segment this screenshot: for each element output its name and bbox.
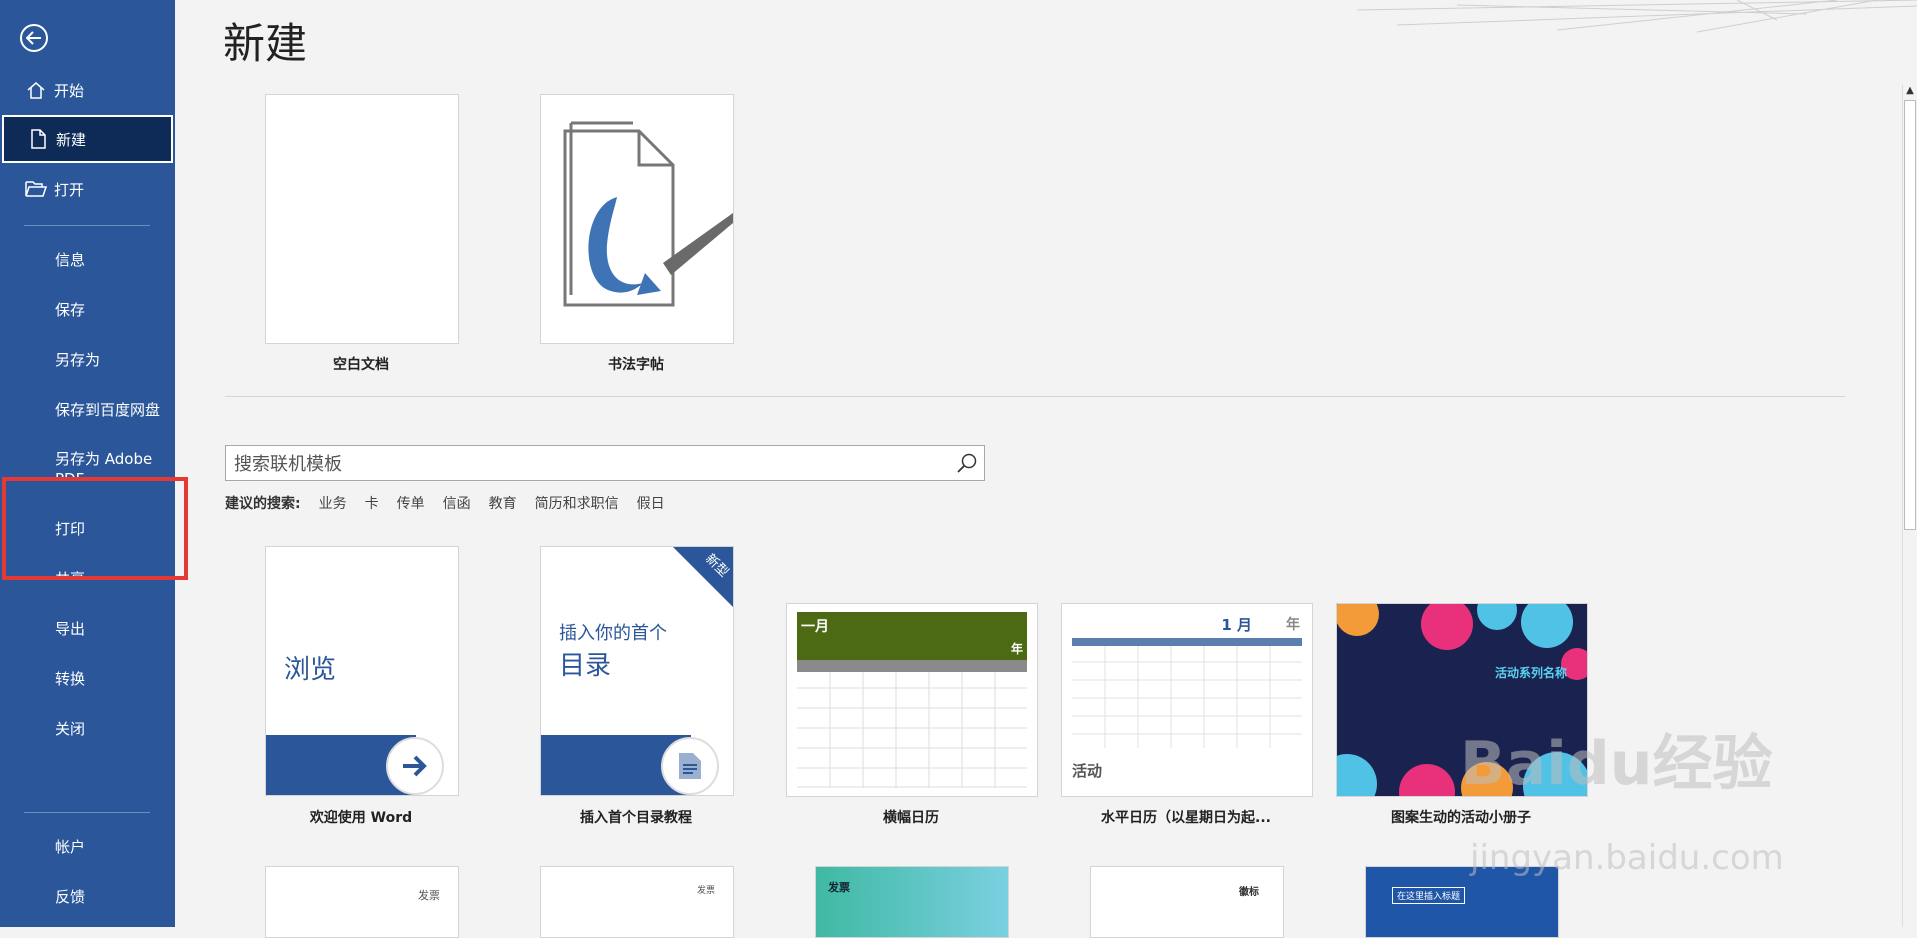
nav-feedback[interactable]: 反馈 (0, 872, 175, 920)
nav-open-label: 打开 (54, 180, 85, 199)
thumb-year: 年 (1010, 642, 1023, 656)
nav-new-label: 新建 (56, 130, 87, 149)
thumb-year: 年 (1286, 617, 1300, 633)
nav-close-label: 关闭 (55, 719, 86, 738)
template-label: 图案生动的活动小册子 (1391, 810, 1531, 826)
nav-export-label: 导出 (55, 619, 86, 638)
calligraphy-icon (563, 121, 733, 307)
search-input[interactable]: 搜索联机模板 (225, 445, 985, 481)
nav-feedback-label: 反馈 (55, 887, 86, 906)
calendar-grid (1072, 638, 1302, 748)
suggest-link-business[interactable]: 业务 (319, 493, 347, 513)
thumb-month: 一月 (801, 619, 829, 635)
baidu-watermark: Baidu经验 (1460, 715, 1772, 802)
template-blank-document[interactable] (265, 94, 459, 344)
nav-close[interactable]: 关闭 (0, 704, 175, 752)
search-placeholder: 搜索联机模板 (234, 454, 342, 475)
nav-save-as[interactable]: 另存为 (0, 335, 175, 383)
template-logo-invoice[interactable]: 徽标 (1090, 866, 1284, 938)
scroll-up-arrow-icon[interactable]: ▲ (1903, 85, 1917, 101)
document-icon (679, 753, 701, 779)
new-ribbon (673, 547, 733, 607)
search-icon[interactable] (956, 452, 978, 474)
nav-save-label: 保存 (55, 300, 86, 319)
template-label: 水平日历（以星期日为起... (1101, 810, 1271, 826)
thumb-brochure-title: 活动系列名称 (1495, 666, 1568, 680)
nav-save-adobe-pdf-label: 另存为 Adobe PDF (55, 450, 153, 477)
nav-separator (24, 812, 150, 813)
suggest-link-education[interactable]: 教育 (489, 493, 517, 513)
thumb-line2: 目录 (559, 651, 612, 681)
nav-open[interactable]: 打开 (0, 165, 175, 213)
thumb-invoice-label: 发票 (828, 881, 850, 894)
thumb-activity: 活动 (1072, 762, 1103, 780)
template-calligraphy[interactable] (540, 94, 734, 344)
template-banner-calendar[interactable]: 一月 年 (786, 603, 1038, 797)
baidu-watermark-url: jingyan.baidu.com (1470, 838, 1784, 878)
nav-save[interactable]: 保存 (0, 285, 175, 333)
nav-save-baidu[interactable]: 保存到百度网盘 (0, 385, 175, 433)
folder-open-icon (25, 181, 47, 197)
arrow-left-icon (26, 31, 41, 45)
suggest-link-flyer[interactable]: 传单 (397, 493, 425, 513)
nav-info[interactable]: 信息 (0, 235, 175, 283)
thumb-browse-text: 浏览 (284, 655, 337, 685)
thumb-invoice-label: 发票 (418, 889, 440, 902)
template-invoice-2[interactable]: 发票 (540, 866, 734, 938)
suggest-link-letter[interactable]: 信函 (443, 493, 471, 513)
section-divider (225, 396, 1845, 397)
nav-save-baidu-label: 保存到百度网盘 (55, 400, 161, 419)
template-horizontal-calendar[interactable]: 1 月 年 活动 (1061, 603, 1313, 797)
thumb-line1: 插入你的首个 (559, 623, 667, 644)
template-welcome-word[interactable]: 浏览 (265, 546, 459, 796)
new-doc-icon (31, 129, 46, 149)
backstage-sidebar: 开始 新建 打开 信息 保存 另存为 保存到百度网盘 另存为 Adobe PDF… (0, 0, 175, 927)
suggest-link-resume[interactable]: 简历和求职信 (535, 493, 619, 513)
highlight-box (2, 477, 188, 580)
nav-new[interactable]: 新建 (2, 115, 173, 163)
thumb-calendar-header (797, 612, 1027, 660)
template-invoice-3[interactable]: 发票 (815, 866, 1009, 938)
arrow-right-icon (403, 755, 427, 777)
home-icon (27, 82, 45, 99)
thumb-title-label: 在这里插入标题 (1392, 887, 1466, 904)
nav-home[interactable]: 开始 (0, 66, 175, 114)
nav-separator (24, 225, 150, 226)
nav-export[interactable]: 导出 (0, 604, 175, 652)
thumb-arrow-circle (386, 737, 444, 795)
template-label: 插入首个目录教程 (580, 810, 692, 826)
suggest-link-card[interactable]: 卡 (365, 493, 379, 513)
nav-convert-label: 转换 (55, 669, 86, 688)
thumb-logo-label: 徽标 (1239, 887, 1259, 898)
suggested-searches-header: 建议的搜索: (225, 496, 301, 512)
calendar-grid (797, 660, 1027, 788)
template-label: 欢迎使用 Word (309, 810, 413, 826)
decorative-lines (1357, 0, 1917, 33)
suggested-searches: 建议的搜索: 业务 卡 传单 信函 教育 简历和求职信 假日 (225, 493, 683, 513)
template-invoice-1[interactable]: 发票 (265, 866, 459, 938)
thumb-invoice-label: 发票 (696, 886, 715, 896)
template-toc-tutorial[interactable]: 新型 插入你的首个 目录 (540, 546, 734, 796)
nav-home-label: 开始 (54, 81, 85, 100)
template-label: 空白文档 (333, 357, 389, 373)
thumb-doc-circle (661, 737, 719, 795)
nav-account[interactable]: 帐户 (0, 822, 175, 870)
page-title: 新建 (223, 19, 308, 68)
nav-save-adobe-pdf[interactable]: 另存为 Adobe PDF (0, 435, 175, 477)
nav-convert[interactable]: 转换 (0, 654, 175, 702)
template-label: 横幅日历 (883, 810, 939, 826)
scrollbar-thumb[interactable] (1904, 100, 1916, 530)
nav-account-label: 帐户 (55, 837, 86, 856)
suggest-link-holiday[interactable]: 假日 (637, 493, 665, 513)
nav-info-label: 信息 (55, 250, 86, 269)
thumb-month: 1 月 (1221, 616, 1252, 634)
watermark-text: Baidu经验 (1460, 729, 1773, 799)
back-button[interactable] (20, 24, 48, 52)
nav-save-as-label: 另存为 (55, 350, 101, 369)
template-label: 书法字帖 (608, 357, 664, 373)
